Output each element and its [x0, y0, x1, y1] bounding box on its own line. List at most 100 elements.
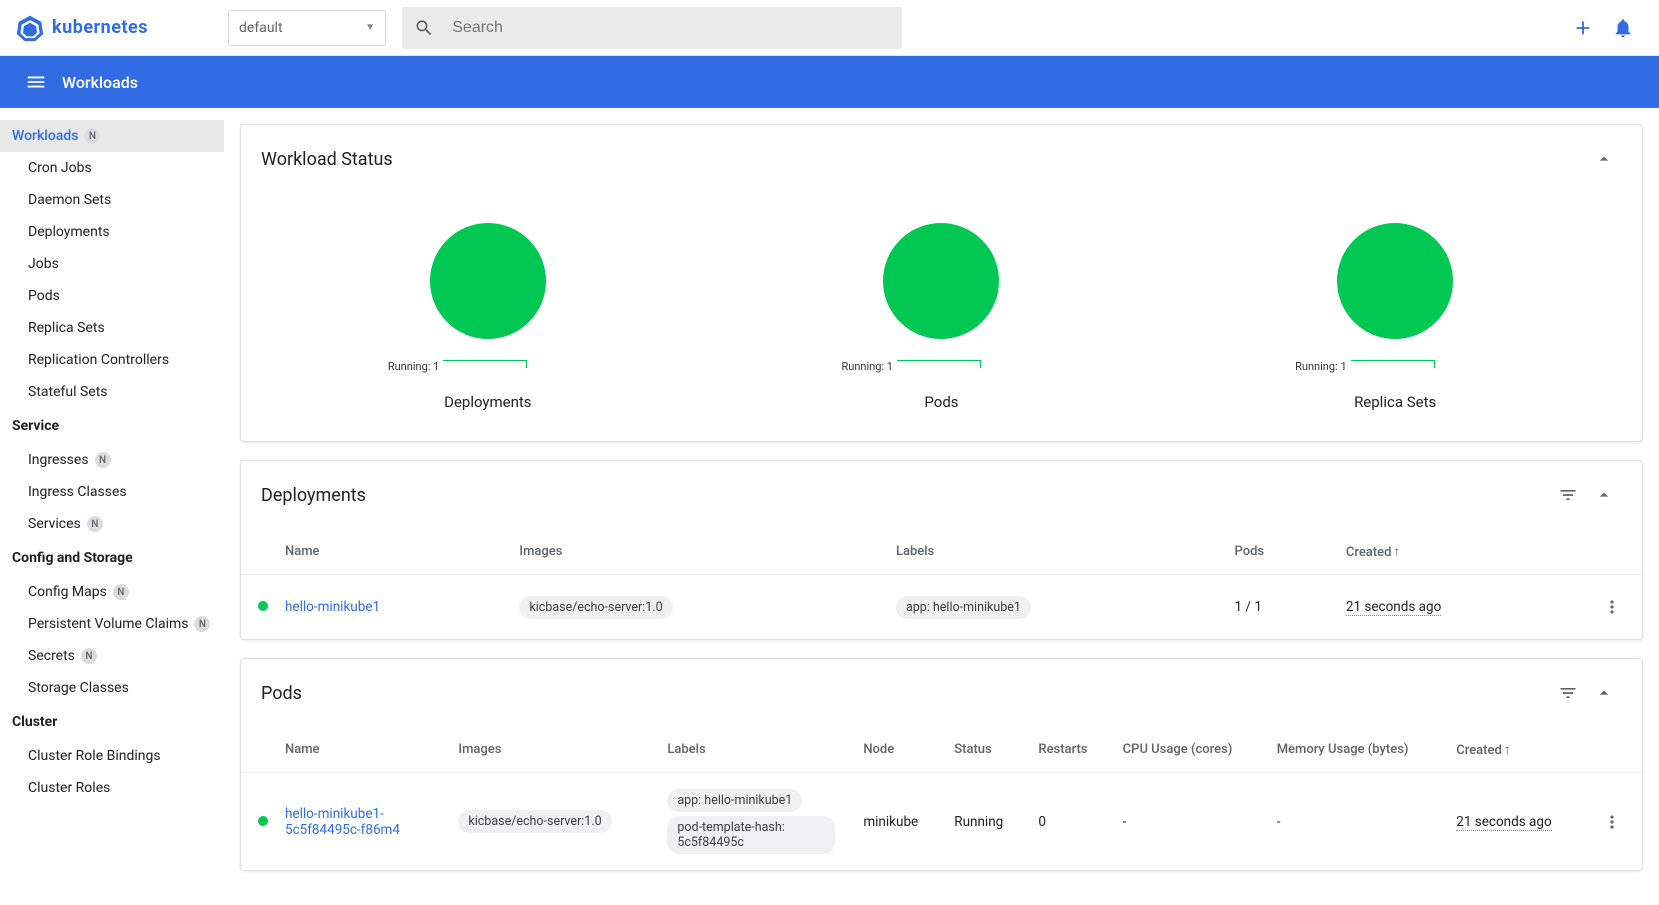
sidebar-item-label: Config Maps	[28, 584, 107, 600]
col-created[interactable]: Created↑	[1444, 727, 1582, 773]
sidebar-item-cluster-roles[interactable]: Cluster Roles	[0, 772, 224, 804]
sidebar-item-label: Services	[28, 516, 81, 532]
filter-button[interactable]	[1550, 675, 1586, 711]
chevron-down-icon: ▼	[365, 22, 375, 33]
sidebar-section-title: Config and Storage	[0, 540, 224, 576]
sidebar-item-label: Deployments	[28, 224, 110, 240]
notifications-button[interactable]	[1603, 8, 1643, 48]
sidebar-item-label: Cluster Role Bindings	[28, 748, 161, 764]
sidebar-item-label: Daemon Sets	[28, 192, 111, 208]
sort-asc-icon: ↑	[1393, 544, 1400, 560]
search-box[interactable]	[402, 7, 902, 49]
pods-count: 1 / 1	[1223, 575, 1334, 640]
filter-button[interactable]	[1550, 477, 1586, 513]
sidebar-item-deployments[interactable]: Deployments	[0, 216, 224, 248]
collapse-button[interactable]	[1586, 675, 1622, 711]
donut-icon	[1337, 223, 1453, 339]
deployment-link[interactable]: hello-minikube1	[285, 599, 380, 615]
sidebar-item-replication-controllers[interactable]: Replication Controllers	[0, 344, 224, 376]
badge-n: N	[87, 516, 103, 532]
badge-n: N	[113, 584, 129, 600]
chart-legend: Running: 1	[388, 360, 528, 373]
sidebar-item-storage-classes[interactable]: Storage Classes	[0, 672, 224, 704]
pod-restarts: 0	[1026, 773, 1110, 871]
table-row: hello-minikube1kicbase/echo-server:1.0ap…	[241, 575, 1642, 640]
sort-asc-icon: ↑	[1504, 742, 1511, 758]
sidebar-item-label: Workloads	[12, 128, 78, 144]
sidebar-item-config-maps[interactable]: Config Maps N	[0, 576, 224, 608]
col-images[interactable]: Images	[446, 727, 655, 773]
sidebar-item-ingress-classes[interactable]: Ingress Classes	[0, 476, 224, 508]
sidebar-item-daemon-sets[interactable]: Daemon Sets	[0, 184, 224, 216]
badge-n: N	[194, 616, 210, 632]
col-cpu[interactable]: CPU Usage (cores)	[1111, 727, 1265, 773]
pods-title: Pods	[261, 683, 302, 704]
label-chip: app: hello-minikube1	[896, 596, 1031, 619]
sidebar-section-title: Service	[0, 408, 224, 444]
deployments-table: Name Images Labels Pods Created↑ hello-m…	[241, 529, 1642, 639]
search-icon	[414, 17, 434, 39]
collapse-button[interactable]	[1586, 477, 1622, 513]
collapse-button[interactable]	[1586, 141, 1622, 177]
more-vert-icon	[1602, 597, 1622, 617]
search-input[interactable]	[452, 19, 890, 37]
filter-icon	[1558, 683, 1578, 703]
bell-icon	[1612, 17, 1634, 39]
col-created[interactable]: Created↑	[1334, 529, 1582, 575]
label-chip: app: hello-minikube1	[667, 789, 802, 812]
status-dot-icon	[258, 816, 268, 826]
main-content: Workload Status Running: 1DeploymentsRun…	[224, 108, 1659, 905]
page-title: Workloads	[62, 73, 138, 92]
col-labels[interactable]: Labels	[884, 529, 1223, 575]
sidebar-item-stateful-sets[interactable]: Stateful Sets	[0, 376, 224, 408]
pod-status: Running	[942, 773, 1026, 871]
col-name[interactable]: Name	[285, 727, 446, 773]
chart-label: Pods	[924, 393, 958, 411]
sidebar-item-pods[interactable]: Pods	[0, 280, 224, 312]
sidebar-item-workloads[interactable]: WorkloadsN	[0, 120, 224, 152]
row-actions-button[interactable]	[1594, 589, 1630, 625]
namespace-select[interactable]: default ▼	[228, 10, 386, 46]
col-labels[interactable]: Labels	[655, 727, 851, 773]
col-node[interactable]: Node	[851, 727, 942, 773]
sidebar-item-secrets[interactable]: SecretsN	[0, 640, 224, 672]
sidebar-item-persistent-volume-claims[interactable]: Persistent Volume Claims N	[0, 608, 224, 640]
namespace-selected: default	[239, 20, 283, 36]
table-row: hello-minikube1-5c5f84495c-f86m4kicbase/…	[241, 773, 1642, 871]
status-chart: Running: 1 Pods	[717, 223, 1166, 411]
pod-mem: -	[1265, 773, 1445, 871]
brand-logo[interactable]: kubernetes	[16, 14, 148, 42]
sidebar-item-label: Ingress Classes	[28, 484, 127, 500]
row-actions-button[interactable]	[1594, 804, 1630, 840]
sidebar-item-ingresses[interactable]: IngressesN	[0, 444, 224, 476]
sidebar-item-cron-jobs[interactable]: Cron Jobs	[0, 152, 224, 184]
sidebar-item-replica-sets[interactable]: Replica Sets	[0, 312, 224, 344]
col-mem[interactable]: Memory Usage (bytes)	[1265, 727, 1445, 773]
more-vert-icon	[1602, 812, 1622, 832]
sidebar-item-jobs[interactable]: Jobs	[0, 248, 224, 280]
sidebar-item-label: Cluster Roles	[28, 780, 110, 796]
pod-link[interactable]: hello-minikube1-5c5f84495c-f86m4	[285, 806, 400, 838]
sidebar-item-services[interactable]: Services N	[0, 508, 224, 540]
col-images[interactable]: Images	[507, 529, 884, 575]
chart-legend: Running: 1	[841, 360, 981, 373]
sidebar-item-label: Persistent Volume Claims	[28, 616, 188, 632]
col-name[interactable]: Name	[285, 529, 507, 575]
donut-icon	[883, 223, 999, 339]
sidebar-item-cluster-role-bindings[interactable]: Cluster Role Bindings	[0, 740, 224, 772]
pod-node: minikube	[851, 773, 942, 871]
col-status[interactable]: Status	[942, 727, 1026, 773]
chart-legend: Running: 1	[1295, 360, 1435, 373]
col-restarts[interactable]: Restarts	[1026, 727, 1110, 773]
plus-icon	[1572, 17, 1594, 39]
created-time: 21 seconds ago	[1456, 814, 1551, 831]
chevron-up-icon	[1594, 683, 1614, 703]
sidebar-item-label: Replication Controllers	[28, 352, 169, 368]
menu-toggle-button[interactable]	[16, 62, 56, 102]
badge-n: N	[95, 452, 111, 468]
sidebar-item-label: Jobs	[28, 256, 59, 272]
top-bar: kubernetes default ▼	[0, 0, 1659, 56]
col-pods[interactable]: Pods	[1223, 529, 1334, 575]
sidebar-section-title: Cluster	[0, 704, 224, 740]
create-button[interactable]	[1563, 8, 1603, 48]
